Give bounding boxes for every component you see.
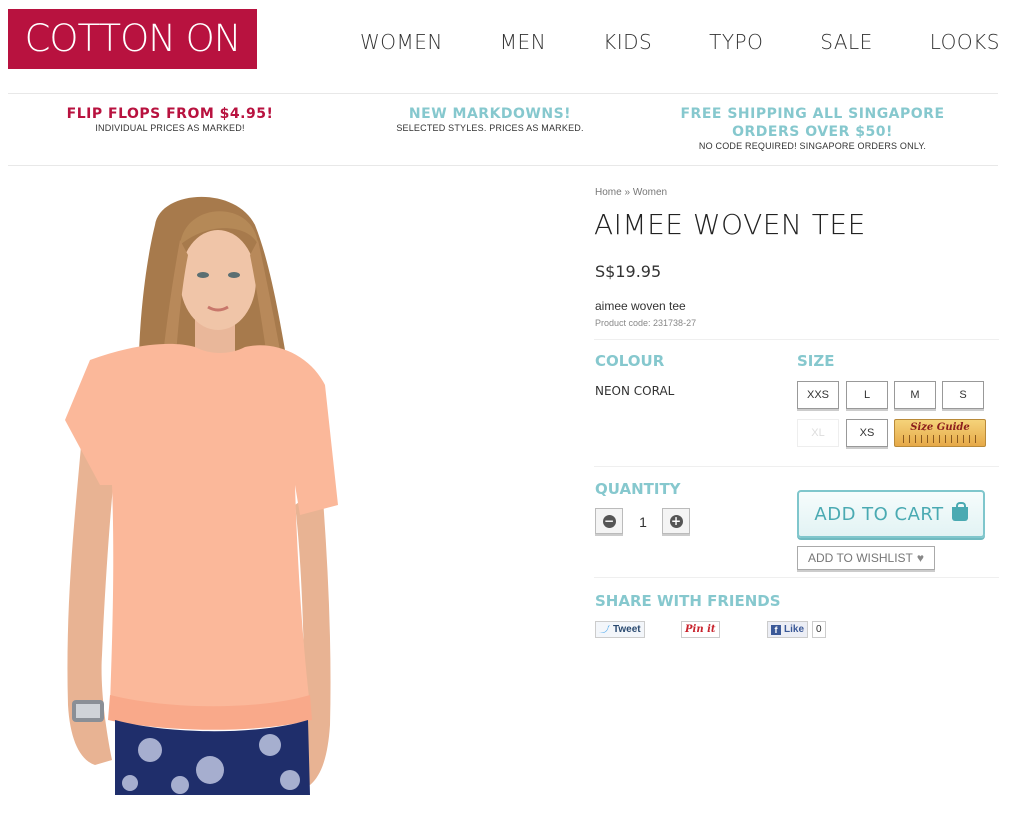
nav-men[interactable]: MEN (500, 30, 546, 60)
divider (594, 466, 999, 467)
product-price: S$19.95 (595, 262, 662, 281)
nav-looks[interactable]: LOOKS (930, 30, 1000, 60)
promo-subtitle: INDIVIDUAL PRICES AS MARKED! (95, 123, 245, 133)
size-option-xs[interactable]: XS (846, 419, 888, 447)
heart-icon: ♥ (916, 551, 925, 565)
minus-icon: − (602, 513, 616, 528)
divider (8, 93, 998, 94)
divider (594, 577, 999, 578)
like-count: 0 (812, 621, 826, 638)
shopping-bag-icon (951, 502, 968, 521)
size-option-l[interactable]: L (846, 381, 888, 409)
nav-women[interactable]: WOMEN (360, 30, 443, 60)
facebook-icon: f (771, 624, 781, 635)
tweet-label: Tweet (613, 624, 641, 635)
promo-free-shipping[interactable]: FREE SHIPPING ALL SINGAPORE ORDERS OVER … (660, 105, 965, 151)
product-title: AIMEE WOVEN TEE (594, 208, 866, 241)
promo-title: FLIP FLOPS FROM $4.95! (66, 106, 274, 122)
nav-kids[interactable]: KIDS (603, 30, 652, 60)
size-option-xl: XL (797, 419, 839, 447)
product-code: Product code: 231738-27 (595, 318, 697, 328)
tweet-button[interactable]: Tweet (595, 621, 645, 638)
brand-logo[interactable]: COTTON ON (8, 9, 257, 69)
colour-label: COLOUR (595, 352, 665, 370)
product-description: aimee woven tee (595, 299, 686, 313)
divider (594, 339, 999, 340)
nav-sale[interactable]: SALE (820, 30, 873, 60)
size-option-xxs[interactable]: XXS (797, 381, 839, 409)
add-to-cart-button[interactable]: ADD TO CART (797, 490, 985, 538)
quantity-label: QUANTITY (595, 480, 681, 498)
add-to-cart-label: ADD TO CART (814, 503, 944, 525)
promo-title-line2: ORDERS OVER $50! (732, 124, 893, 140)
promo-title-line1: FREE SHIPPING ALL SINGAPORE (680, 106, 945, 122)
add-to-wishlist-button[interactable]: ADD TO WISHLIST ♥ (797, 546, 935, 570)
breadcrumb-separator: » (624, 187, 631, 198)
nav-typo[interactable]: TYPO (709, 30, 763, 60)
wishlist-label: ADD TO WISHLIST (807, 551, 913, 565)
quantity-decrease-button[interactable]: − (595, 508, 623, 534)
promo-title: NEW MARKDOWNS! (408, 106, 572, 122)
size-label: SIZE (797, 352, 835, 370)
product-photo[interactable] (60, 185, 350, 795)
size-option-m[interactable]: M (894, 381, 936, 409)
promo-markdowns[interactable]: NEW MARKDOWNS! SELECTED STYLES. PRICES A… (360, 105, 620, 133)
size-option-s[interactable]: S (942, 381, 984, 409)
promo-subtitle: SELECTED STYLES. PRICES AS MARKED. (396, 123, 584, 133)
twitter-bird-icon (599, 625, 610, 634)
size-guide-button[interactable]: Size Guide (894, 419, 986, 447)
promo-subtitle: NO CODE REQUIRED! SINGAPORE ORDERS ONLY. (698, 141, 927, 151)
pin-it-label: Pin it (685, 624, 716, 635)
ruler-icon (903, 435, 977, 443)
quantity-input[interactable]: 1 (625, 510, 661, 534)
main-nav: WOMEN MEN KIDS TYPO SALE LOOKS (360, 30, 1000, 60)
colour-value: NEON CORAL (595, 384, 675, 398)
promo-flip-flops[interactable]: FLIP FLOPS FROM $4.95! INDIVIDUAL PRICES… (40, 105, 300, 133)
plus-icon: + (669, 513, 683, 528)
facebook-like-button[interactable]: f Like (767, 621, 809, 638)
like-label: Like (784, 624, 805, 635)
share-label: SHARE WITH FRIENDS (595, 592, 781, 610)
breadcrumb-home[interactable]: Home (595, 187, 622, 198)
divider (8, 165, 998, 166)
pin-it-button[interactable]: Pin it (681, 621, 720, 638)
size-guide-label: Size Guide (910, 422, 970, 433)
quantity-increase-button[interactable]: + (662, 508, 690, 534)
breadcrumb: Home » Women (595, 187, 667, 198)
breadcrumb-current[interactable]: Women (633, 187, 667, 198)
